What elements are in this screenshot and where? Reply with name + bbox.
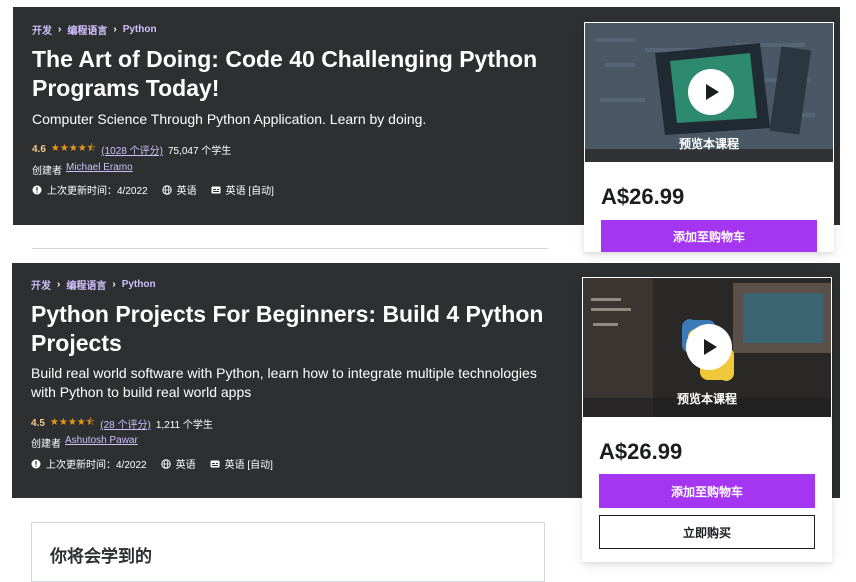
section-divider — [32, 248, 548, 249]
rating-row: 4.5 ★★★★⯪ (28 个评分) 1,211 个学生 — [31, 415, 213, 432]
instructor-row: 创建者 Ashutosh Pawar — [31, 435, 138, 450]
captions-text: 英语 [自动] — [224, 460, 273, 471]
alert-icon — [31, 459, 41, 468]
course-subtitle: Build real world software with Python, l… — [31, 365, 537, 400]
breadcrumb-link[interactable]: 编程语言 — [67, 22, 107, 37]
breadcrumb-link[interactable]: Python — [122, 279, 156, 290]
captions-text: 英语 [自动] — [225, 186, 274, 197]
what-you-will-learn: 你将会学到的 — [31, 522, 545, 582]
play-icon — [704, 339, 717, 355]
play-icon — [706, 84, 719, 100]
course-title: The Art of Doing: Code 40 Challenging Py… — [32, 46, 538, 101]
play-button[interactable] — [686, 324, 732, 370]
add-to-cart-button[interactable]: 添加至购物车 — [599, 474, 815, 508]
price: A$26.99 — [599, 439, 683, 464]
breadcrumb-link[interactable]: Python — [123, 24, 157, 35]
chevron-right-icon: › — [58, 24, 62, 35]
captions-icon — [210, 460, 220, 467]
course-preview[interactable]: 预览本课程 — [582, 277, 832, 418]
course-preview[interactable]: 预览本课程 — [584, 22, 834, 163]
breadcrumb-link[interactable]: 编程语言 — [66, 277, 106, 292]
course-meta: 上次更新时间：4/2022 英语 英语 [自动] — [32, 182, 274, 197]
breadcrumb-link[interactable]: 开发 — [31, 277, 51, 292]
price: A$26.99 — [601, 184, 685, 209]
chevron-right-icon: › — [112, 279, 116, 290]
last-updated: 上次更新时间：4/2022 — [31, 456, 147, 471]
rating-count-link[interactable]: (28 个评分) — [100, 416, 151, 431]
rating-value: 4.6 — [32, 144, 46, 155]
preview-label: 预览本课程 — [678, 137, 739, 151]
student-count: 75,047 个学生 — [167, 146, 232, 157]
captions-icon — [211, 186, 221, 193]
breadcrumb-link[interactable]: 开发 — [32, 22, 52, 37]
buy-now-button[interactable]: 立即购买 — [599, 515, 815, 549]
purchase-card-2: 预览本课程 A$26.99 添加至购物车 立即购买 — [582, 277, 832, 562]
globe-icon — [161, 184, 172, 195]
captions: 英语 [自动] — [211, 182, 274, 197]
chevron-right-icon: › — [57, 279, 61, 290]
alert-icon — [32, 185, 42, 194]
captions: 英语 [自动] — [210, 456, 273, 471]
instructor-row: 创建者 Michael Eramo — [32, 162, 133, 177]
star-icon: ★★★★⯪ — [49, 417, 96, 428]
star-icon: ★★★★⯪ — [50, 143, 97, 154]
created-by-label: 创建者 — [32, 166, 62, 177]
section-title: 你将会学到的 — [50, 547, 152, 566]
course-title: Python Projects For Beginners: Build 4 P… — [31, 301, 544, 356]
play-button[interactable] — [688, 69, 734, 115]
breadcrumb: 开发 › 编程语言 › Python — [31, 277, 156, 292]
rating-row: 4.6 ★★★★⯪ (1028 个评分) 75,047 个学生 — [32, 141, 231, 158]
instructor-link[interactable]: Michael Eramo — [66, 162, 133, 177]
language-text: 英语 — [175, 460, 196, 471]
student-count: 1,211 个学生 — [155, 420, 213, 431]
language-text: 英语 — [176, 186, 197, 197]
last-updated-text: 上次更新时间：4/2022 — [46, 460, 147, 471]
rating-count-link[interactable]: (1028 个评分) — [101, 142, 163, 157]
created-by-label: 创建者 — [31, 439, 61, 450]
purchase-card-1: 预览本课程 A$26.99 添加至购物车 — [584, 22, 834, 252]
rating-value: 4.5 — [31, 418, 45, 429]
chevron-right-icon: › — [113, 24, 117, 35]
language: 英语 — [161, 182, 197, 197]
add-to-cart-button[interactable]: 添加至购物车 — [601, 220, 817, 252]
preview-label: 预览本课程 — [676, 392, 737, 406]
last-updated-text: 上次更新时间：4/2022 — [47, 186, 148, 197]
instructor-link[interactable]: Ashutosh Pawar — [65, 435, 138, 450]
course-meta: 上次更新时间：4/2022 英语 英语 [自动] — [31, 456, 273, 471]
globe-icon — [160, 458, 171, 469]
language: 英语 — [160, 456, 196, 471]
course-subtitle: Computer Science Through Python Applicat… — [32, 111, 427, 127]
breadcrumb: 开发 › 编程语言 › Python — [32, 22, 157, 37]
last-updated: 上次更新时间：4/2022 — [32, 182, 148, 197]
